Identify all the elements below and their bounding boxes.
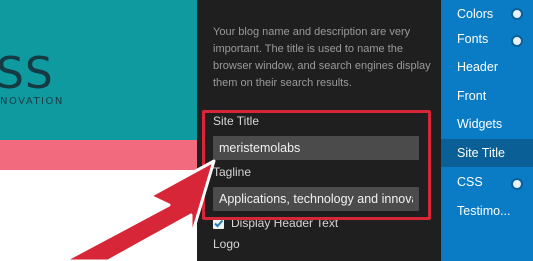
sidebar-item-label: Fonts: [457, 32, 489, 46]
logo-label: Logo: [213, 237, 240, 251]
preview-body: [0, 170, 197, 261]
customizer-sidebar: Colors Fonts Header Front Widgets Site T…: [441, 0, 533, 261]
sidebar-item-label: Front: [457, 89, 487, 103]
sidebar-item-label: Colors: [457, 7, 494, 21]
sidebar-item-label: Header: [457, 60, 498, 74]
sidebar-item-widgets[interactable]: Widgets: [441, 110, 533, 138]
expand-toggle-icon[interactable]: [511, 178, 523, 190]
site-preview: SS NOVATION: [0, 0, 197, 261]
sidebar-item-label: Testimo...: [457, 204, 511, 218]
sidebar-item-header[interactable]: Header: [441, 53, 533, 81]
sidebar-item-label: Site Title: [457, 146, 505, 160]
preview-pink-band: [0, 140, 197, 170]
sidebar-item-testimonials[interactable]: Testimo...: [441, 197, 533, 225]
preview-tagline-text: NOVATION: [0, 96, 64, 107]
expand-toggle-icon[interactable]: [511, 35, 523, 47]
sidebar-item-label: Widgets: [457, 117, 503, 131]
sidebar-item-label: CSS: [457, 175, 483, 189]
panel-description: Your blog name and description are very …: [213, 26, 431, 89]
sidebar-item-front[interactable]: Front: [441, 82, 533, 110]
preview-logo-text: SS: [0, 48, 54, 99]
sidebar-item-site-title[interactable]: Site Title: [441, 139, 533, 167]
highlight-box: [202, 110, 431, 220]
expand-toggle-icon[interactable]: [511, 8, 523, 20]
